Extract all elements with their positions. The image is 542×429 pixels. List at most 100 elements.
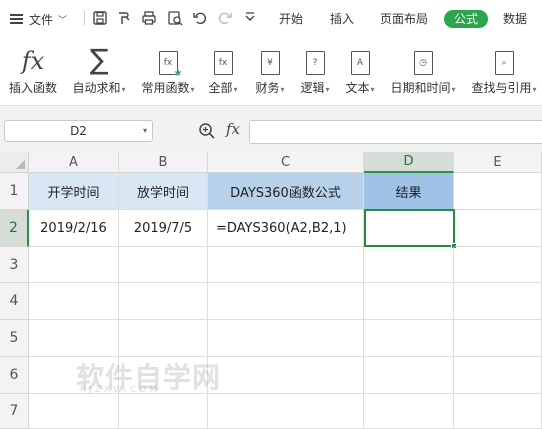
grid-cell[interactable] (454, 357, 542, 394)
row-header-5[interactable]: 5 (0, 320, 29, 357)
name-box-value: D2 (70, 124, 87, 138)
cell-b2[interactable]: 2019/7/5 (119, 210, 208, 247)
row-header-6[interactable]: 6 (0, 357, 29, 394)
autosum-button[interactable]: ∑ 自动求和▾ (70, 45, 128, 96)
grid-cell[interactable] (119, 320, 208, 357)
column-header-a[interactable]: A (29, 152, 119, 173)
chevron-down-icon: ﹀ (58, 15, 68, 26)
format-painter-icon[interactable] (115, 9, 133, 27)
menu-bar: 文件 ﹀ 开始 插入 页面布局 公式 数据 (0, 0, 542, 37)
common-function-icon: fx (158, 51, 182, 79)
hamburger-icon (10, 14, 23, 24)
grid-cell[interactable] (29, 283, 119, 320)
grid-cell[interactable] (208, 320, 364, 357)
row-header-7[interactable]: 7 (0, 394, 29, 429)
grid-cell[interactable] (208, 357, 364, 394)
divider (84, 11, 85, 26)
column-header-e[interactable]: E (454, 152, 542, 173)
column-header-c[interactable]: C (208, 152, 364, 173)
row-header-4[interactable]: 4 (0, 283, 29, 320)
row-header-2[interactable]: 2 (0, 210, 29, 247)
grid-cell[interactable] (364, 357, 454, 394)
redo-icon[interactable] (216, 9, 234, 27)
customize-toolbar-icon[interactable] (241, 9, 259, 27)
date-time-button[interactable]: ◷ 日期和时间▾ (388, 45, 458, 96)
save-icon[interactable] (91, 9, 109, 27)
cell-b1[interactable]: 放学时间 (119, 173, 208, 210)
grid-cell[interactable] (454, 394, 542, 429)
file-menu[interactable]: 文件 ﹀ (10, 9, 67, 29)
select-all-corner[interactable] (0, 152, 29, 173)
row-header-3[interactable]: 3 (0, 247, 29, 283)
logic-icon: ? (305, 51, 325, 75)
grid-cell[interactable] (208, 283, 364, 320)
name-box[interactable]: D2 ▾ (4, 120, 153, 142)
autosum-label: 自动求和 (72, 81, 121, 95)
print-preview-icon[interactable] (166, 9, 184, 27)
text-icon: A (350, 51, 370, 75)
all-functions-icon: fx (213, 51, 233, 75)
watermark-url: RJZXW.COM (80, 385, 161, 395)
cell-c2[interactable]: =DAYS360(A2,B2,1) (208, 210, 364, 247)
undo-icon[interactable] (191, 9, 209, 27)
grid-cell[interactable] (29, 320, 119, 357)
cell-d1[interactable]: 结果 (364, 173, 454, 210)
finance-button[interactable]: ¥ 财务▾ (253, 45, 287, 96)
grid-cell[interactable] (454, 247, 542, 283)
insert-function-button[interactable]: fx 插入函数 (8, 45, 58, 96)
logic-button[interactable]: ? 逻辑▾ (298, 45, 332, 96)
print-icon[interactable] (140, 9, 158, 27)
grid-cell[interactable] (119, 247, 208, 283)
formula-ribbon: fx 插入函数 ∑ 自动求和▾ fx 常用函数▾ fx 全部▾ ¥ 财务▾ ? … (0, 37, 542, 105)
grid-cell[interactable] (119, 394, 208, 429)
grid-cell[interactable] (208, 394, 364, 429)
grid-cell[interactable] (454, 320, 542, 357)
formula-bar: D2 ▾ fx (0, 105, 542, 152)
common-functions-label: 常用函数 (141, 81, 190, 95)
lookup-reference-button[interactable]: ⌕ 查找与引用▾ (469, 45, 539, 96)
grid-cell[interactable] (454, 283, 542, 320)
grid-cell[interactable] (364, 394, 454, 429)
grid-cell[interactable] (364, 283, 454, 320)
sigma-icon: ∑ (89, 43, 109, 76)
logic-label: 逻辑 (300, 81, 325, 95)
cell-e2[interactable] (455, 210, 542, 247)
date-time-icon: ◷ (413, 51, 433, 75)
zoom-icon[interactable] (198, 122, 216, 140)
lookup-icon: ⌕ (494, 51, 514, 75)
grid-cell[interactable] (364, 320, 454, 357)
tab-insert[interactable]: 插入 (330, 10, 354, 28)
lookup-reference-label: 查找与引用 (471, 81, 532, 95)
cell-e1[interactable] (454, 173, 542, 210)
all-functions-button[interactable]: fx 全部▾ (208, 45, 238, 96)
all-functions-label: 全部 (208, 81, 233, 95)
grid-cell[interactable] (208, 247, 364, 283)
grid-cell[interactable] (29, 247, 119, 283)
column-header-d[interactable]: D (364, 152, 454, 173)
text-functions-label: 文本 (345, 81, 370, 95)
text-functions-button[interactable]: A 文本▾ (343, 45, 377, 96)
tab-page-layout[interactable]: 页面布局 (380, 10, 428, 28)
file-menu-label: 文件 (29, 12, 54, 27)
chevron-down-icon[interactable]: ▾ (143, 121, 147, 141)
finance-icon: ¥ (260, 51, 280, 75)
tab-formulas[interactable]: 公式 (444, 10, 489, 28)
row-header-1[interactable]: 1 (0, 173, 29, 210)
formula-input[interactable] (249, 120, 542, 144)
finance-label: 财务 (255, 81, 280, 95)
fx-icon[interactable]: fx (226, 120, 240, 138)
grid-cell[interactable] (29, 394, 119, 429)
cell-a1[interactable]: 开学时间 (29, 173, 119, 210)
cell-c1[interactable]: DAYS360函数公式 (208, 173, 364, 210)
cell-a2[interactable]: 2019/2/16 (29, 210, 119, 247)
tab-home[interactable]: 开始 (279, 10, 303, 28)
insert-function-icon: fx (21, 47, 45, 75)
grid-cell[interactable] (119, 283, 208, 320)
date-time-label: 日期和时间 (390, 81, 451, 95)
common-functions-button[interactable]: fx 常用函数▾ (139, 45, 197, 96)
column-header-b[interactable]: B (119, 152, 208, 173)
cell-d2-selected[interactable] (364, 209, 455, 247)
grid-cell[interactable] (364, 247, 454, 283)
tab-data[interactable]: 数据 (503, 10, 527, 28)
insert-function-label: 插入函数 (8, 81, 57, 95)
